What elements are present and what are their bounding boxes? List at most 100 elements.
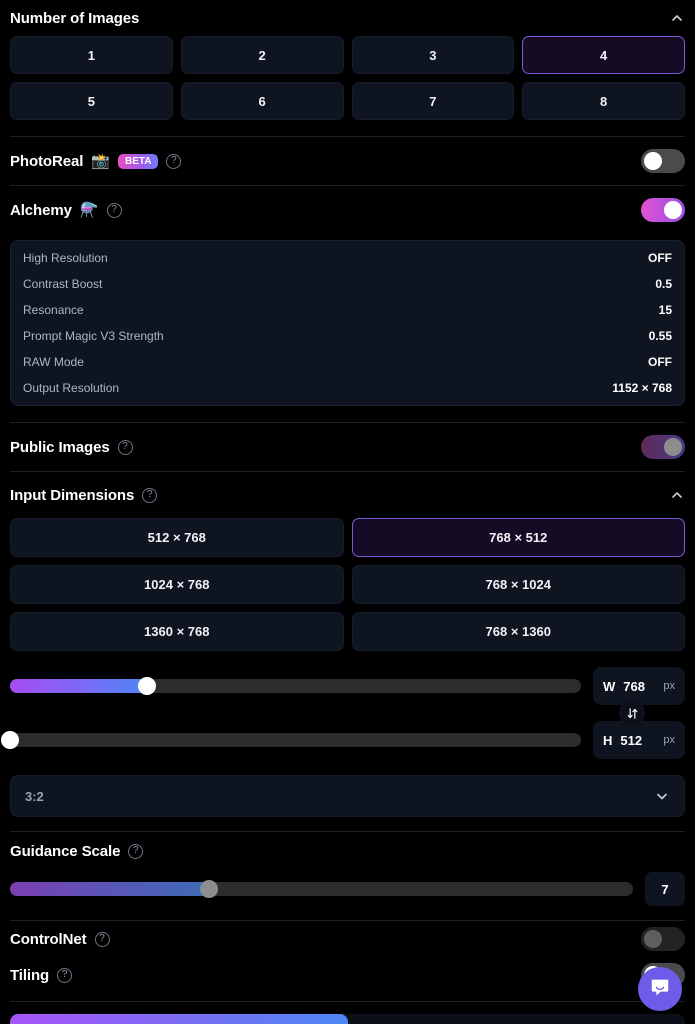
dimension-preset-768x512[interactable]: 768 × 512 [351, 518, 685, 557]
setting-row-high-resolution: High Resolution OFF [11, 245, 684, 271]
width-slider-fill [10, 679, 148, 693]
setting-value: 0.5 [655, 277, 672, 291]
width-label: W [603, 678, 616, 694]
controlnet-row: ControlNet ? [0, 921, 695, 957]
setting-label: Prompt Magic V3 Strength [23, 329, 164, 343]
dimension-preset-row-2: 1024 × 768 768 × 1024 [0, 565, 695, 604]
tiling-label: Tiling [10, 966, 50, 984]
setting-value: 15 [658, 303, 672, 317]
toggle-knob [644, 930, 662, 948]
divider [10, 1001, 685, 1002]
guidance-scale-value[interactable]: 7 [645, 872, 685, 906]
width-field-wrapper: W 768 px [593, 667, 685, 705]
image-count-option-3[interactable]: 3 [351, 36, 515, 74]
width-slider-handle[interactable] [138, 677, 157, 695]
dimension-preset-768x1024[interactable]: 768 × 1024 [351, 565, 685, 604]
setting-value: OFF [648, 251, 672, 265]
aspect-ratio-select[interactable]: 3:2 [10, 775, 685, 817]
toggle-knob [664, 201, 682, 219]
width-slider-row: W 768 px [0, 667, 695, 705]
chevron-down-icon[interactable] [654, 788, 670, 804]
input-dimensions-header[interactable]: Input Dimensions ? [0, 472, 695, 518]
tab-image-to-image[interactable]: Image to Image [10, 1014, 348, 1024]
setting-row-resonance: Resonance 15 [11, 297, 684, 323]
dimension-sliders-group: W 768 px H 512 px [0, 667, 695, 759]
aspect-ratio-value: 3:2 [25, 788, 44, 804]
dimension-preset-512x768[interactable]: 512 × 768 [10, 518, 344, 557]
guidance-scale-help-icon[interactable]: ? [128, 843, 144, 859]
toggle-knob [644, 152, 662, 170]
number-of-images-header[interactable]: Number of Images [0, 0, 695, 36]
image-count-row-2: 5 6 7 8 [0, 82, 695, 120]
page-title: Number of Images [10, 9, 140, 27]
dimension-preset-1360x768[interactable]: 1360 × 768 [10, 612, 344, 651]
camera-icon: 📸 [91, 152, 110, 170]
chat-bubble-icon [649, 976, 671, 1003]
bottom-tab-bar: Image to Image Image Prompt [10, 1014, 685, 1024]
swap-vertical-icon[interactable] [619, 700, 645, 726]
height-unit: px [663, 734, 675, 746]
tab-image-prompt[interactable]: Image Prompt [348, 1014, 686, 1024]
image-count-option-6[interactable]: 6 [180, 82, 344, 120]
image-count-option-1[interactable]: 1 [10, 36, 173, 74]
height-input[interactable]: H 512 px [593, 721, 685, 759]
controlnet-label: ControlNet [10, 930, 87, 948]
input-dimensions-help-icon[interactable]: ? [142, 487, 158, 503]
setting-value: 1152 × 768 [612, 381, 672, 395]
image-count-option-2[interactable]: 2 [180, 36, 344, 74]
input-dimensions-label: Input Dimensions [10, 486, 135, 504]
toggle-knob [664, 438, 682, 456]
height-field-wrapper: H 512 px [593, 721, 685, 759]
guidance-scale-slider[interactable] [10, 880, 633, 898]
generation-settings-panel: Number of Images 1 2 3 4 5 6 7 8 PhotoRe… [0, 0, 695, 1024]
height-slider[interactable] [1, 731, 581, 749]
setting-label: Output Resolution [23, 381, 120, 395]
aspect-ratio-wrapper: 3:2 [0, 775, 695, 817]
image-count-row-1: 1 2 3 4 [0, 36, 695, 74]
height-slider-row: H 512 px [0, 721, 695, 759]
setting-label: High Resolution [23, 251, 108, 265]
setting-label: RAW Mode [23, 355, 84, 369]
controlnet-toggle[interactable] [641, 927, 685, 951]
image-count-option-4[interactable]: 4 [522, 36, 685, 74]
width-input[interactable]: W 768 px [593, 667, 685, 705]
chevron-up-icon[interactable] [669, 487, 685, 503]
dimension-preset-row-1: 512 × 768 768 × 512 [0, 518, 695, 557]
guidance-scale-label: Guidance Scale [10, 842, 121, 860]
dimension-preset-row-3: 1360 × 768 768 × 1360 [0, 612, 695, 651]
alchemy-row: Alchemy ⚗️ ? [0, 186, 695, 234]
setting-row-contrast-boost: Contrast Boost 0.5 [11, 271, 684, 297]
photoreal-help-icon[interactable]: ? [166, 153, 182, 169]
image-count-option-7[interactable]: 7 [351, 82, 515, 120]
controlnet-help-icon[interactable]: ? [94, 931, 110, 947]
height-slider-handle[interactable] [1, 731, 19, 749]
width-value: 768 [623, 678, 645, 694]
beta-badge: BETA [117, 153, 159, 169]
public-images-toggle[interactable] [641, 435, 685, 459]
alchemy-label: Alchemy [10, 201, 72, 219]
intercom-chat-button[interactable] [638, 967, 682, 1011]
public-images-row: Public Images ? [0, 423, 695, 471]
setting-row-prompt-magic-v3-strength: Prompt Magic V3 Strength 0.55 [11, 323, 684, 349]
setting-row-raw-mode: RAW Mode OFF [11, 349, 684, 375]
photoreal-toggle[interactable] [641, 149, 685, 173]
alchemy-help-icon[interactable]: ? [106, 202, 122, 218]
width-slider[interactable] [10, 677, 581, 695]
tiling-help-icon[interactable]: ? [57, 967, 73, 983]
image-count-option-5[interactable]: 5 [10, 82, 173, 120]
guidance-scale-slider-handle[interactable] [200, 880, 219, 898]
height-label: H [603, 732, 613, 748]
chevron-up-icon[interactable] [669, 10, 685, 26]
dimension-preset-1024x768[interactable]: 1024 × 768 [10, 565, 344, 604]
public-images-label: Public Images [10, 438, 110, 456]
image-count-option-8[interactable]: 8 [522, 82, 685, 120]
alchemy-toggle[interactable] [641, 198, 685, 222]
setting-label: Resonance [23, 303, 84, 317]
setting-label: Contrast Boost [23, 277, 103, 291]
dimension-preset-768x1360[interactable]: 768 × 1360 [351, 612, 685, 651]
height-value: 512 [620, 732, 643, 748]
alembic-icon: ⚗️ [79, 201, 99, 219]
guidance-scale-row: 7 [0, 872, 695, 906]
tiling-row: Tiling ? [0, 957, 695, 993]
public-images-help-icon[interactable]: ? [117, 439, 133, 455]
